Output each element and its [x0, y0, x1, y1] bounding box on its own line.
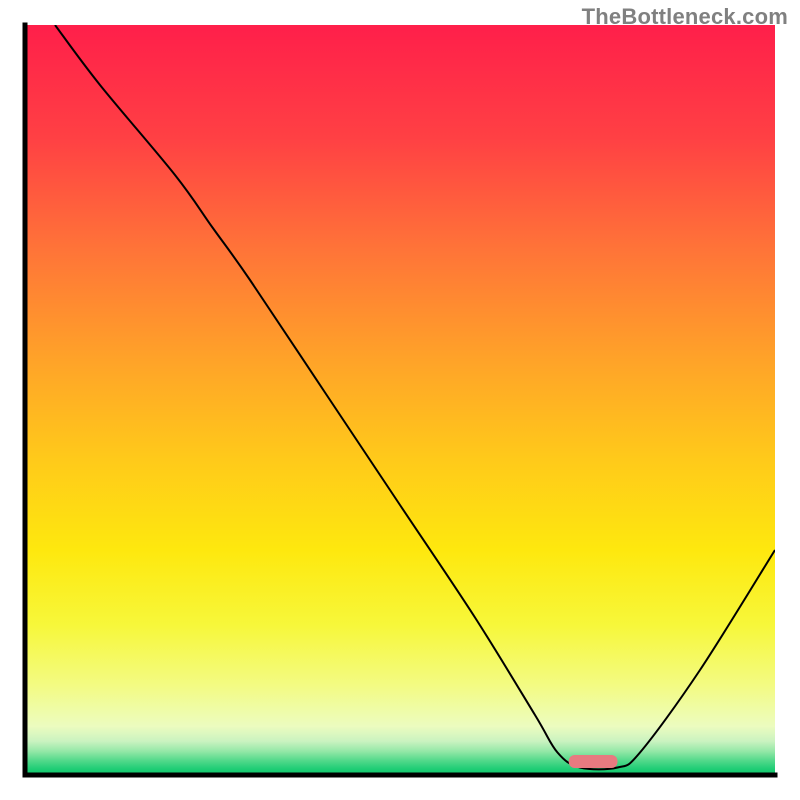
watermark-text: TheBottleneck.com [582, 4, 788, 30]
bottleneck-chart: TheBottleneck.com [0, 0, 800, 800]
chart-svg [0, 0, 800, 800]
chart-background-gradient [25, 25, 775, 775]
optimal-range-marker [569, 755, 618, 768]
